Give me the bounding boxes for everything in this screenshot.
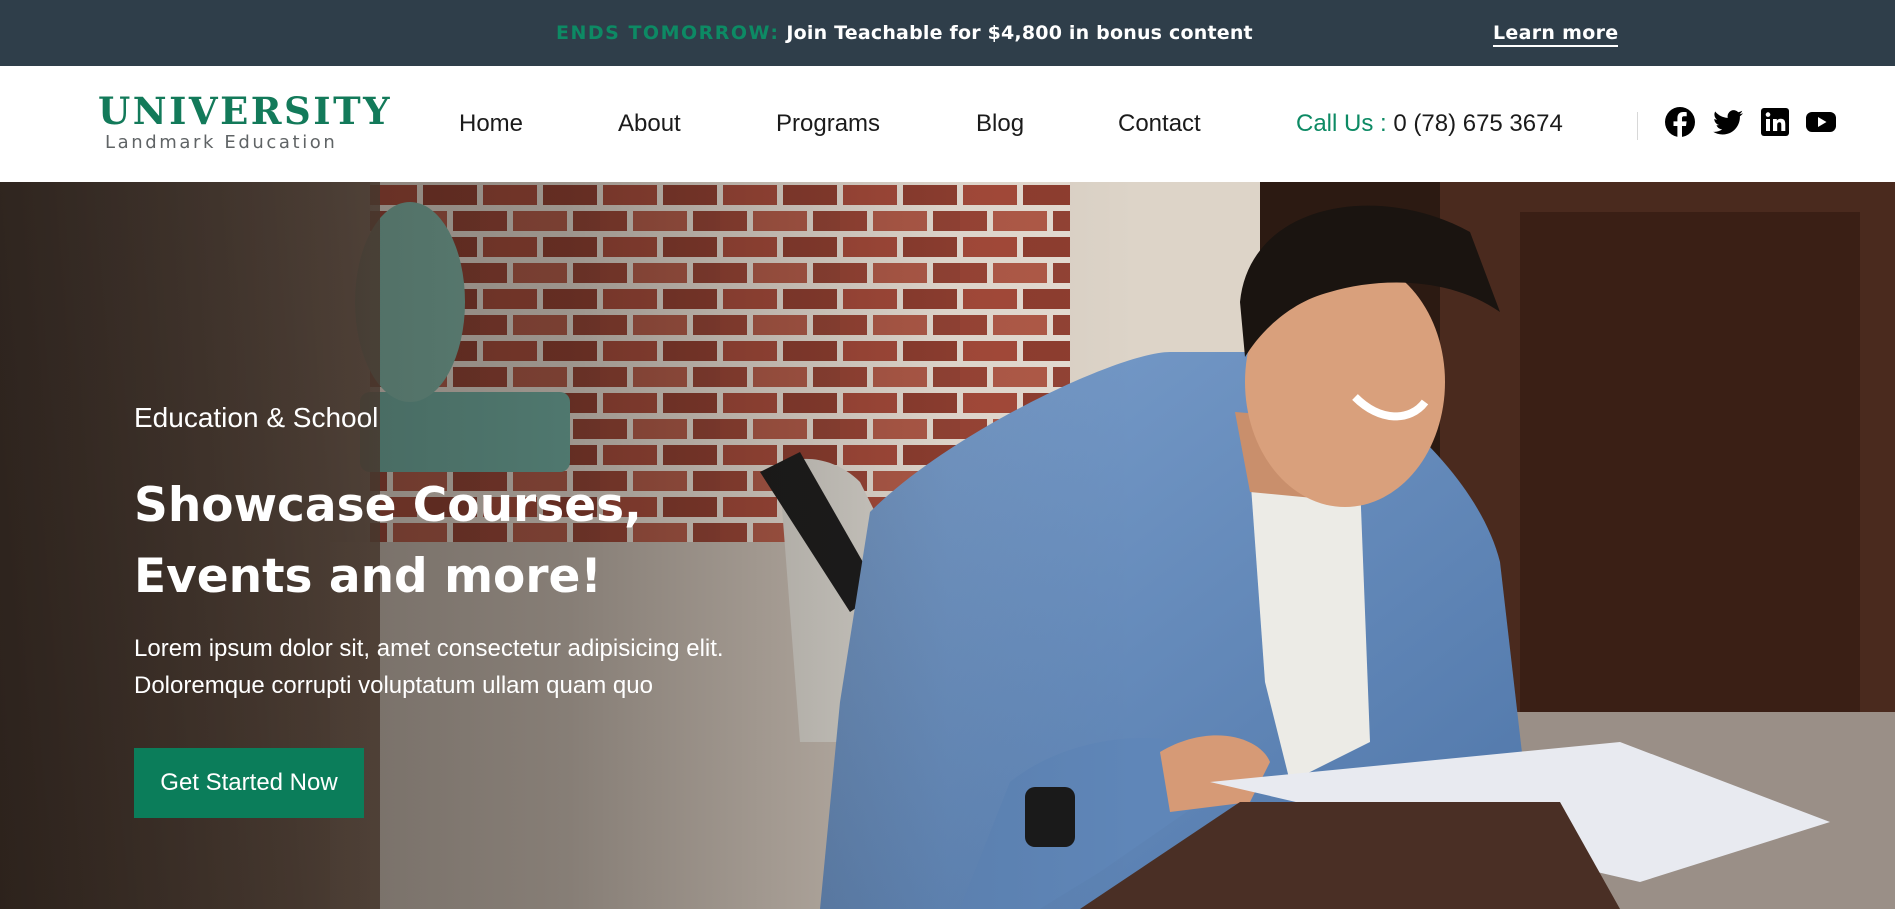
get-started-button[interactable]: Get Started Now	[134, 748, 364, 818]
hero-description-line-1: Lorem ipsum dolor sit, amet consectetur …	[134, 635, 724, 662]
nav-programs[interactable]: Programs	[776, 110, 880, 138]
call-us-number: 0 (78) 675 3674	[1393, 110, 1563, 137]
promo-highlight: ENDS TOMORROW:	[556, 22, 780, 44]
hero-title-line-2: Events and more!	[134, 549, 602, 604]
site-header: UNIVERSITY Landmark Education Home About…	[0, 66, 1895, 182]
promo-message: ENDS TOMORROW: Join Teachable for $4,800…	[556, 22, 1253, 44]
twitter-icon[interactable]	[1712, 106, 1744, 138]
hero-description: Lorem ipsum dolor sit, amet consectetur …	[134, 630, 724, 704]
logo-subtitle: Landmark Education	[105, 132, 338, 153]
call-us-label: Call Us :	[1296, 110, 1387, 137]
learn-more-link[interactable]: Learn more	[1493, 22, 1619, 47]
nav-contact[interactable]: Contact	[1118, 110, 1201, 138]
facebook-icon[interactable]	[1664, 106, 1696, 138]
nav-home[interactable]: Home	[459, 110, 523, 138]
linkedin-icon[interactable]	[1759, 106, 1791, 138]
site-logo[interactable]: UNIVERSITY Landmark Education	[98, 92, 392, 153]
hero-eyebrow: Education & School	[134, 402, 379, 433]
hero-title-line-1: Showcase Courses,	[134, 478, 642, 533]
hero-description-line-2: Doloremque corrupti voluptatum ullam qua…	[134, 672, 653, 699]
nav-about[interactable]: About	[618, 110, 681, 138]
promo-text: Join Teachable for $4,800 in bonus conte…	[786, 22, 1253, 44]
promo-bar: ENDS TOMORROW: Join Teachable for $4,800…	[0, 0, 1895, 66]
youtube-icon[interactable]	[1805, 106, 1837, 138]
header-divider	[1637, 112, 1638, 140]
hero-section: Education & School Showcase Courses, Eve…	[0, 182, 1895, 909]
call-us[interactable]: Call Us : 0 (78) 675 3674	[1296, 110, 1563, 138]
hero-title: Showcase Courses, Events and more!	[134, 470, 834, 612]
nav-blog[interactable]: Blog	[976, 110, 1024, 138]
logo-title: UNIVERSITY	[98, 89, 393, 133]
